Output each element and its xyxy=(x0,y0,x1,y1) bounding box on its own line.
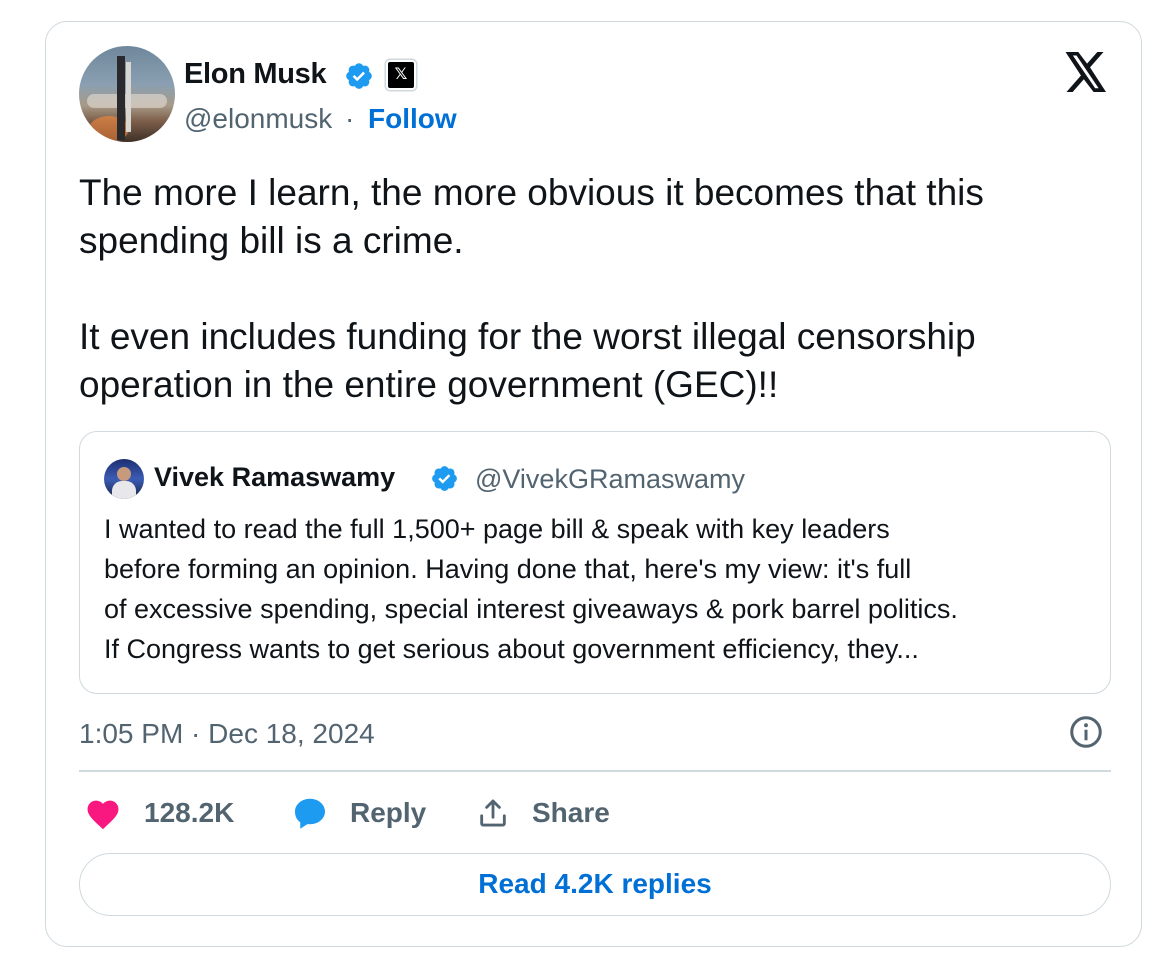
share-icon xyxy=(480,799,506,827)
quoted-text-line: of excessive spending, special interest … xyxy=(104,594,958,624)
quoted-text-line: If Congress wants to get serious about g… xyxy=(104,634,919,664)
tweet-paragraph: The more I learn, the more obvious it be… xyxy=(79,172,984,261)
quoted-tweet[interactable]: Vivek Ramaswamy @VivekGRamaswamy I wante… xyxy=(79,431,1111,694)
tweet-timestamp[interactable]: 1:05 PM · Dec 18, 2024 xyxy=(79,714,375,754)
x-affiliate-badge-icon: 𝕏 xyxy=(386,60,416,90)
tweet-paragraph: It even includes funding for the worst i… xyxy=(79,316,976,405)
author-handle[interactable]: @elonmusk xyxy=(184,100,332,138)
x-logo-icon[interactable] xyxy=(1063,52,1109,92)
reply-label: Reply xyxy=(350,797,427,828)
info-icon[interactable] xyxy=(1068,714,1104,750)
quoted-author-handle[interactable]: @VivekGRamaswamy xyxy=(475,461,745,497)
like-count: 128.2K xyxy=(144,797,235,828)
quoted-author-name[interactable]: Vivek Ramaswamy xyxy=(154,459,395,495)
share-button[interactable]: Share xyxy=(476,792,610,834)
share-label: Share xyxy=(532,797,610,828)
avatar-tower xyxy=(117,56,125,140)
tweet-text: The more I learn, the more obvious it be… xyxy=(79,169,1099,409)
heart-icon xyxy=(87,800,119,830)
verified-badge-icon xyxy=(346,63,372,89)
avatar-head xyxy=(117,467,131,481)
read-replies-button[interactable]: Read 4.2K replies xyxy=(79,853,1111,916)
author-name[interactable]: Elon Musk xyxy=(184,55,327,93)
quoted-text-line: I wanted to read the full 1,500+ page bi… xyxy=(104,514,890,544)
reply-bubble-icon xyxy=(295,798,325,829)
handle-separator: · xyxy=(345,103,355,134)
tweet-card: Elon Musk 𝕏 @elonmusk · Follow The more … xyxy=(45,21,1142,947)
quoted-tweet-text: I wanted to read the full 1,500+ page bi… xyxy=(104,509,1094,669)
like-button[interactable]: 128.2K xyxy=(84,792,234,834)
divider xyxy=(79,770,1111,772)
reply-button[interactable]: Reply xyxy=(292,792,426,834)
quoted-author-avatar[interactable] xyxy=(104,459,144,499)
quoted-text-line: before forming an opinion. Having done t… xyxy=(104,554,912,584)
avatar-rocket xyxy=(126,62,131,132)
verified-badge-icon xyxy=(432,466,457,491)
follow-button[interactable]: Follow xyxy=(368,100,457,138)
author-avatar[interactable] xyxy=(79,46,175,142)
avatar-body xyxy=(112,481,136,499)
